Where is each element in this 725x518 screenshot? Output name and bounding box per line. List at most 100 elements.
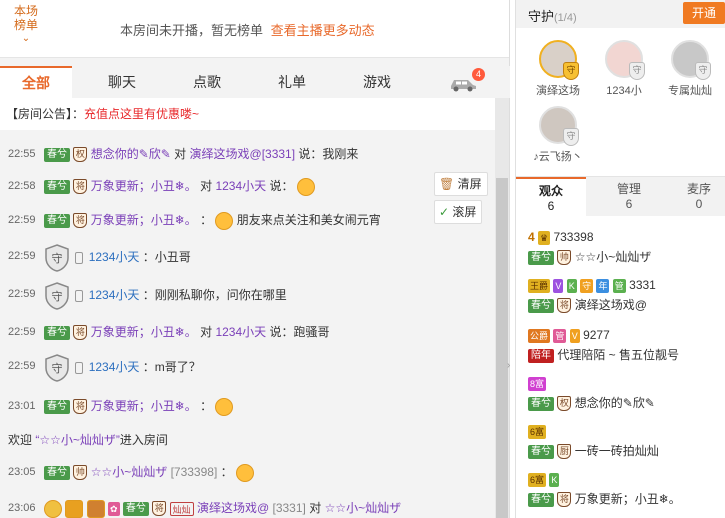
tab-game[interactable]: 游戏	[342, 66, 412, 98]
level-badge: 将	[73, 399, 88, 415]
noble-tag: 公爵	[528, 328, 551, 343]
entering-username[interactable]: “☆☆小~灿灿ザ”	[35, 433, 120, 447]
target-username[interactable]: 1234小天	[215, 325, 266, 339]
target-username[interactable]: ☆☆小~灿灿ザ	[325, 501, 402, 515]
notice-prefix: 【房间公告】：	[6, 107, 85, 121]
level-badge: 权	[557, 396, 572, 412]
username[interactable]: 万象更新；小丑❄。	[91, 399, 197, 413]
level-badge: 将	[557, 492, 572, 508]
level-badge: 将	[73, 325, 88, 341]
audience-name[interactable]: 演绎这场戏@	[575, 298, 647, 312]
guard-header: 守护(1/4) 开通	[516, 0, 725, 28]
audience-item[interactable]: 6富 K	[528, 472, 560, 487]
audience-name[interactable]: 一砖一砖拍灿灿	[575, 444, 659, 458]
tab-audience[interactable]: 观众 6	[516, 177, 586, 217]
notice-link[interactable]: 充值点这里有优惠喽~	[84, 107, 199, 121]
emoji-icon	[235, 463, 254, 482]
fan-club-badge: 灿灿	[169, 501, 194, 516]
audience-item[interactable]: 4 ♛ 733398	[528, 230, 594, 245]
message-time: 22:59	[8, 360, 36, 372]
chat-scrollbar[interactable]	[495, 98, 509, 518]
wealth-tag: 8富	[528, 376, 547, 391]
to-text: 对	[174, 147, 187, 161]
mobile-icon	[75, 290, 84, 302]
tab-gift[interactable]: 礼单	[257, 66, 327, 98]
username[interactable]: ☆☆小~灿灿ザ	[91, 465, 168, 479]
guard-member[interactable]: 守 演绎这场	[528, 40, 588, 98]
target-username[interactable]: 1234小天	[215, 179, 266, 193]
emoji-icon	[215, 211, 234, 230]
tab-count: 0	[695, 197, 703, 211]
guard-shield-icon: 守	[45, 354, 69, 382]
side-panel: 守护(1/4) 开通 守 演绎这场 守 1234小 守 专属灿灿 守 ♪云飞扬丶…	[515, 0, 725, 518]
user-id: [3331]	[272, 501, 306, 515]
auto-scroll-button[interactable]: ✓ 滚屏	[434, 200, 483, 224]
chat-row: 22:55 春兮 权 想念你的✎欣✎ 对 演绎这场戏@[3331] 说：我刚来	[0, 142, 495, 166]
chat-row: 22:59 春兮 将 万象更新；小丑❄。 ： 朋友来点关注和美女闹元宵	[0, 208, 495, 232]
crown-icon: ♛	[538, 230, 551, 245]
audience-item[interactable]: 6富	[528, 424, 547, 439]
message-time: 23:05	[8, 466, 36, 478]
audience-item[interactable]: 王爵 V K 守 年 管 3331	[528, 278, 656, 293]
open-guard-button[interactable]: 开通	[683, 2, 725, 24]
verb-text: ：	[200, 399, 213, 413]
verb-text: ：	[220, 465, 233, 479]
clear-screen-button[interactable]: 🗑 清屏	[434, 172, 488, 196]
to-text: 对	[200, 179, 213, 193]
guard-name: 演绎这场	[536, 85, 580, 97]
enter-notice-row: 欢迎 “☆☆小~灿灿ザ”进入房间	[0, 428, 495, 452]
rank-message: 本房间未开播，暂无榜单	[120, 23, 264, 38]
admin-tag: 管	[612, 278, 626, 293]
verb-text: ：	[142, 288, 155, 303]
vip-tag: V	[553, 278, 564, 293]
level-badge: 将	[73, 213, 88, 229]
chat-row: 23:06 ✿ 春兮 将 灿灿 演绎这场戏@ [3331] 对 ☆☆小~灿灿ザ	[0, 496, 495, 518]
level-badge: 将	[73, 179, 88, 195]
username[interactable]: 想念你的✎欣✎	[91, 147, 171, 161]
guard-member[interactable]: 守 ♪云飞扬丶	[528, 106, 588, 164]
guard-member[interactable]: 守 专属灿灿	[660, 40, 720, 98]
audience-name[interactable]: 想念你的✎欣✎	[575, 396, 655, 410]
audience-name[interactable]: 万象更新；小丑❄。	[575, 492, 681, 506]
tab-mic-queue[interactable]: 麦序 0	[664, 177, 725, 217]
rank-tab[interactable]: 本场 榜单 ⌄	[0, 0, 52, 58]
rank-tab-line1: 本场	[13, 4, 38, 18]
audience-tabs: 观众 6 管理 6 麦序 0	[516, 176, 725, 217]
guard-tag: 守	[580, 278, 594, 293]
fan-badge: 春兮	[44, 147, 70, 162]
audience-item[interactable]: 公爵 管 V 9277	[528, 328, 610, 343]
scrollbar-thumb[interactable]	[496, 178, 508, 518]
username[interactable]: 演绎这场戏@	[197, 501, 269, 515]
audience-item[interactable]: 8富	[528, 376, 547, 391]
tab-song[interactable]: 点歌	[172, 66, 242, 98]
user-id: 733398	[553, 230, 594, 244]
chevron-down-icon: ⌄	[21, 33, 31, 44]
guard-name: 1234小	[606, 85, 642, 97]
message-text: 小丑哥	[154, 250, 191, 265]
username[interactable]: 1234小天	[89, 250, 140, 264]
star-badge: ✿	[108, 501, 120, 516]
audience-name[interactable]: 代理陪陌 ~ 售五位靓号	[557, 348, 679, 362]
audience-name[interactable]: ☆☆小~灿灿ザ	[575, 250, 652, 264]
username[interactable]: 1234小天	[89, 288, 140, 302]
noble-badge-icon	[86, 499, 105, 518]
level-badge: 厨	[557, 444, 572, 460]
fan-badge: 春兮	[44, 179, 70, 194]
noble-tag: 王爵	[528, 278, 551, 293]
username[interactable]: 1234小天	[89, 360, 140, 374]
fan-badge: 春兮	[528, 250, 554, 265]
host-updates-link[interactable]: 查看主播更多动态	[271, 23, 375, 38]
user-id: 3331	[629, 278, 656, 292]
target-username[interactable]: 演绎这场戏@[3331]	[190, 147, 296, 161]
username[interactable]: 万象更新；小丑❄。	[91, 179, 197, 193]
guard-shield-icon: 守	[45, 244, 69, 272]
tab-all[interactable]: 全部	[0, 66, 72, 98]
svg-text:守: 守	[52, 251, 63, 265]
username[interactable]: 万象更新；小丑❄。	[91, 213, 197, 227]
tab-admins[interactable]: 管理 6	[594, 177, 664, 217]
guard-member[interactable]: 守 1234小	[594, 40, 654, 98]
rank-header: 本场 榜单 ⌄ 本房间未开播，暂无榜单 查看主播更多动态	[0, 0, 509, 58]
username[interactable]: 万象更新；小丑❄。	[91, 325, 197, 339]
collapse-arrow-icon[interactable]: ›	[507, 360, 515, 384]
tab-chat[interactable]: 聊天	[87, 66, 157, 98]
